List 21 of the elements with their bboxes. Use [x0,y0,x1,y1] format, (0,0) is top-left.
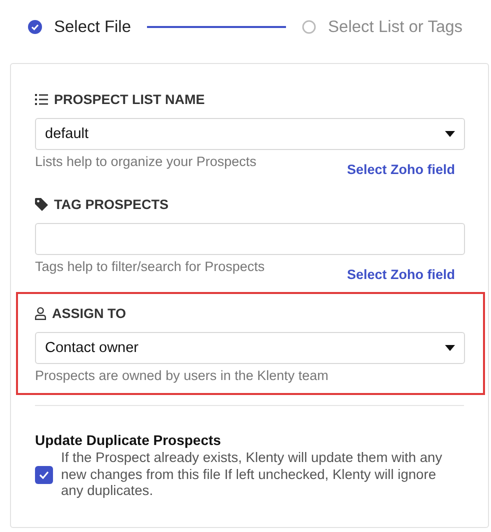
option-description: If the Prospect already exists, Klenty will update them with any new changes from this file If left unchecked, Klenty will ignore any duplicates. [61,450,444,500]
caret-icon [445,131,455,137]
user-icon [35,306,46,320]
hint-text: Lists help to organize your Prospects [35,154,256,169]
tag-icon [35,198,48,210]
text-field[interactable] [35,223,465,255]
option-title: Update Duplicate Prospects [35,432,222,448]
section-label: TAG PROSPECTS [54,196,169,212]
select-field-link[interactable]: Select Zoho field [346,162,455,177]
section-label: PROSPECT LIST NAME [54,92,205,106]
select-field-link[interactable]: Select Zoho field [346,267,455,282]
dropdown-field[interactable]: default [35,118,465,150]
check-icon [39,470,49,479]
step-label[interactable]: Select File [54,18,132,36]
dropdown-field[interactable]: Contact owner [35,332,465,364]
section-label: ASSIGN TO [52,306,126,320]
caret-icon [445,345,455,351]
hint-text: Tags help to filter/search for Prospects [35,259,265,274]
hint-text: Prospects are owned by users in the Klenty team [35,368,328,383]
checkbox[interactable] [35,466,53,484]
list-icon [35,94,48,104]
